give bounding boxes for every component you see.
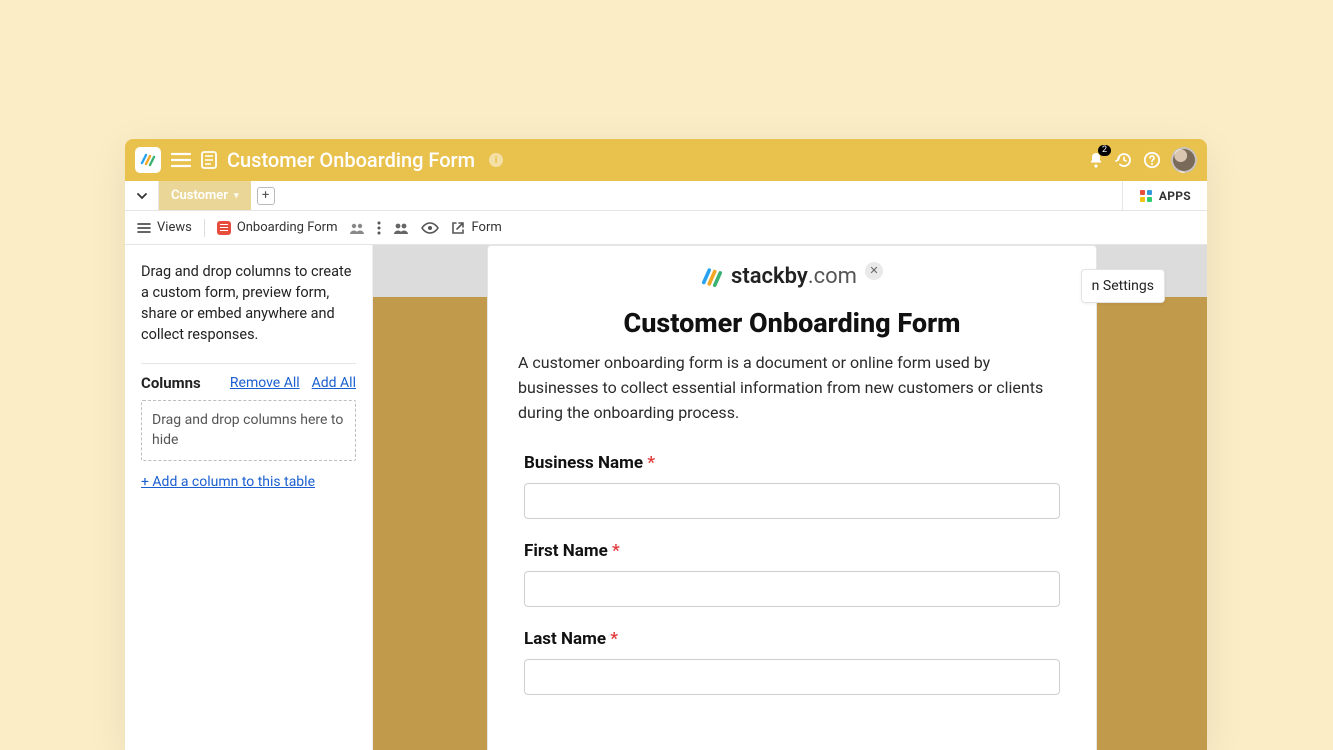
open-form-label: Form [471,220,501,235]
remove-all-link[interactable]: Remove All [230,375,300,391]
brand-text: stackby.com [731,264,857,289]
label-text: First Name [524,541,608,561]
history-icon[interactable] [1115,151,1133,169]
form-settings-button[interactable]: n Settings [1081,269,1165,303]
columns-heading: Columns [141,374,201,392]
tab-customer[interactable]: Customer ▾ [159,181,251,210]
collaborators-icon[interactable] [349,222,365,234]
form-canvas: n Settings stackby.com ✕ Customer Onboar… [373,245,1207,750]
open-form-button[interactable]: Form [451,220,501,235]
brand-suffix: .com [808,264,857,289]
external-link-icon [451,221,465,235]
hamburger-menu-icon[interactable] [171,152,191,168]
help-text: Drag and drop columns to create a custom… [141,261,356,345]
page-title: Customer Onboarding Form [227,148,475,172]
current-view-label: Onboarding Form [237,220,338,235]
add-column-link[interactable]: + Add a column to this table [141,474,315,490]
settings-label: Settings [1103,278,1154,294]
label-text: Business Name [524,453,643,473]
apps-icon [1139,189,1153,203]
visibility-icon[interactable] [421,222,439,234]
tab-label: Customer [171,188,228,203]
form-view-icon [217,221,231,235]
apps-label: APPS [1159,189,1191,203]
left-panel: Drag and drop columns to create a custom… [125,245,373,750]
form-description[interactable]: A customer onboarding form is a document… [518,351,1066,425]
business-name-input[interactable] [524,483,1060,519]
form-card: stackby.com ✕ Customer Onboarding Form A… [487,245,1097,750]
hide-columns-dropzone[interactable]: Drag and drop columns here to hide [141,400,356,461]
form-title[interactable]: Customer Onboarding Form [518,307,1066,339]
columns-header-row: Columns Remove All Add All [141,374,356,392]
expand-tables-button[interactable] [125,181,159,210]
stackby-logo-icon [701,266,723,288]
caret-down-icon: ▾ [234,191,239,201]
views-button[interactable]: Views [137,220,192,235]
more-menu-icon[interactable] [377,221,381,235]
last-name-input[interactable] [524,659,1060,695]
required-marker: * [647,453,655,473]
info-icon[interactable]: i [489,153,503,167]
list-icon [137,222,151,234]
required-marker: * [612,541,620,561]
form-brand: stackby.com ✕ [518,264,1066,289]
field-label: First Name * [524,541,1060,561]
first-name-input[interactable] [524,571,1060,607]
apps-button[interactable]: APPS [1122,181,1207,210]
share-icon[interactable] [393,222,409,234]
field-label: Business Name * [524,453,1060,473]
field-last-name: Last Name * [518,629,1066,695]
notifications-button[interactable]: 2 [1087,151,1105,169]
notif-badge: 2 [1098,145,1111,156]
views-label: Views [157,220,192,235]
chevron-down-icon [136,190,148,202]
viewbar: Views Onboarding Form Form [125,211,1207,245]
field-first-name: First Name * [518,541,1066,607]
tabbar: Customer ▾ + APPS [125,181,1207,211]
current-view[interactable]: Onboarding Form [217,220,338,235]
settings-label-partial: n [1092,278,1103,294]
main-area: Drag and drop columns to create a custom… [125,245,1207,750]
field-label: Last Name * [524,629,1060,649]
brand-name: stackby [731,264,808,289]
field-business-name: Business Name * [518,453,1066,519]
add-table-button[interactable]: + [257,187,275,205]
avatar[interactable] [1171,147,1197,173]
separator [204,219,205,237]
app-logo[interactable] [135,147,161,173]
stackby-logo-icon [140,152,156,168]
add-all-link[interactable]: Add All [312,375,356,391]
remove-logo-button[interactable]: ✕ [865,262,883,280]
required-marker: * [610,629,618,649]
topbar: Customer Onboarding Form i 2 [125,139,1207,181]
doc-icon[interactable] [201,151,217,169]
label-text: Last Name [524,629,606,649]
app-window: Customer Onboarding Form i 2 Customer ▾ … [125,139,1207,750]
help-icon[interactable] [1143,151,1161,169]
divider [141,363,356,364]
